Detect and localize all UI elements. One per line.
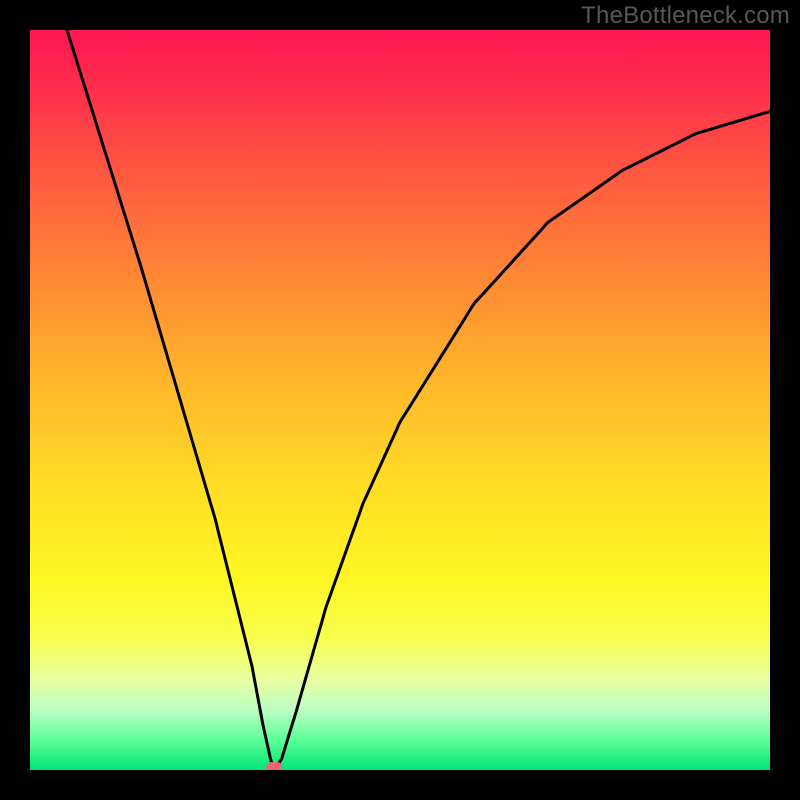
bottleneck-curve: [67, 30, 770, 770]
minimum-marker: [266, 762, 282, 770]
watermark-text: TheBottleneck.com: [581, 2, 790, 30]
plot-area: [30, 30, 770, 770]
chart-frame: TheBottleneck.com: [0, 0, 800, 800]
curve-svg: [30, 30, 770, 770]
